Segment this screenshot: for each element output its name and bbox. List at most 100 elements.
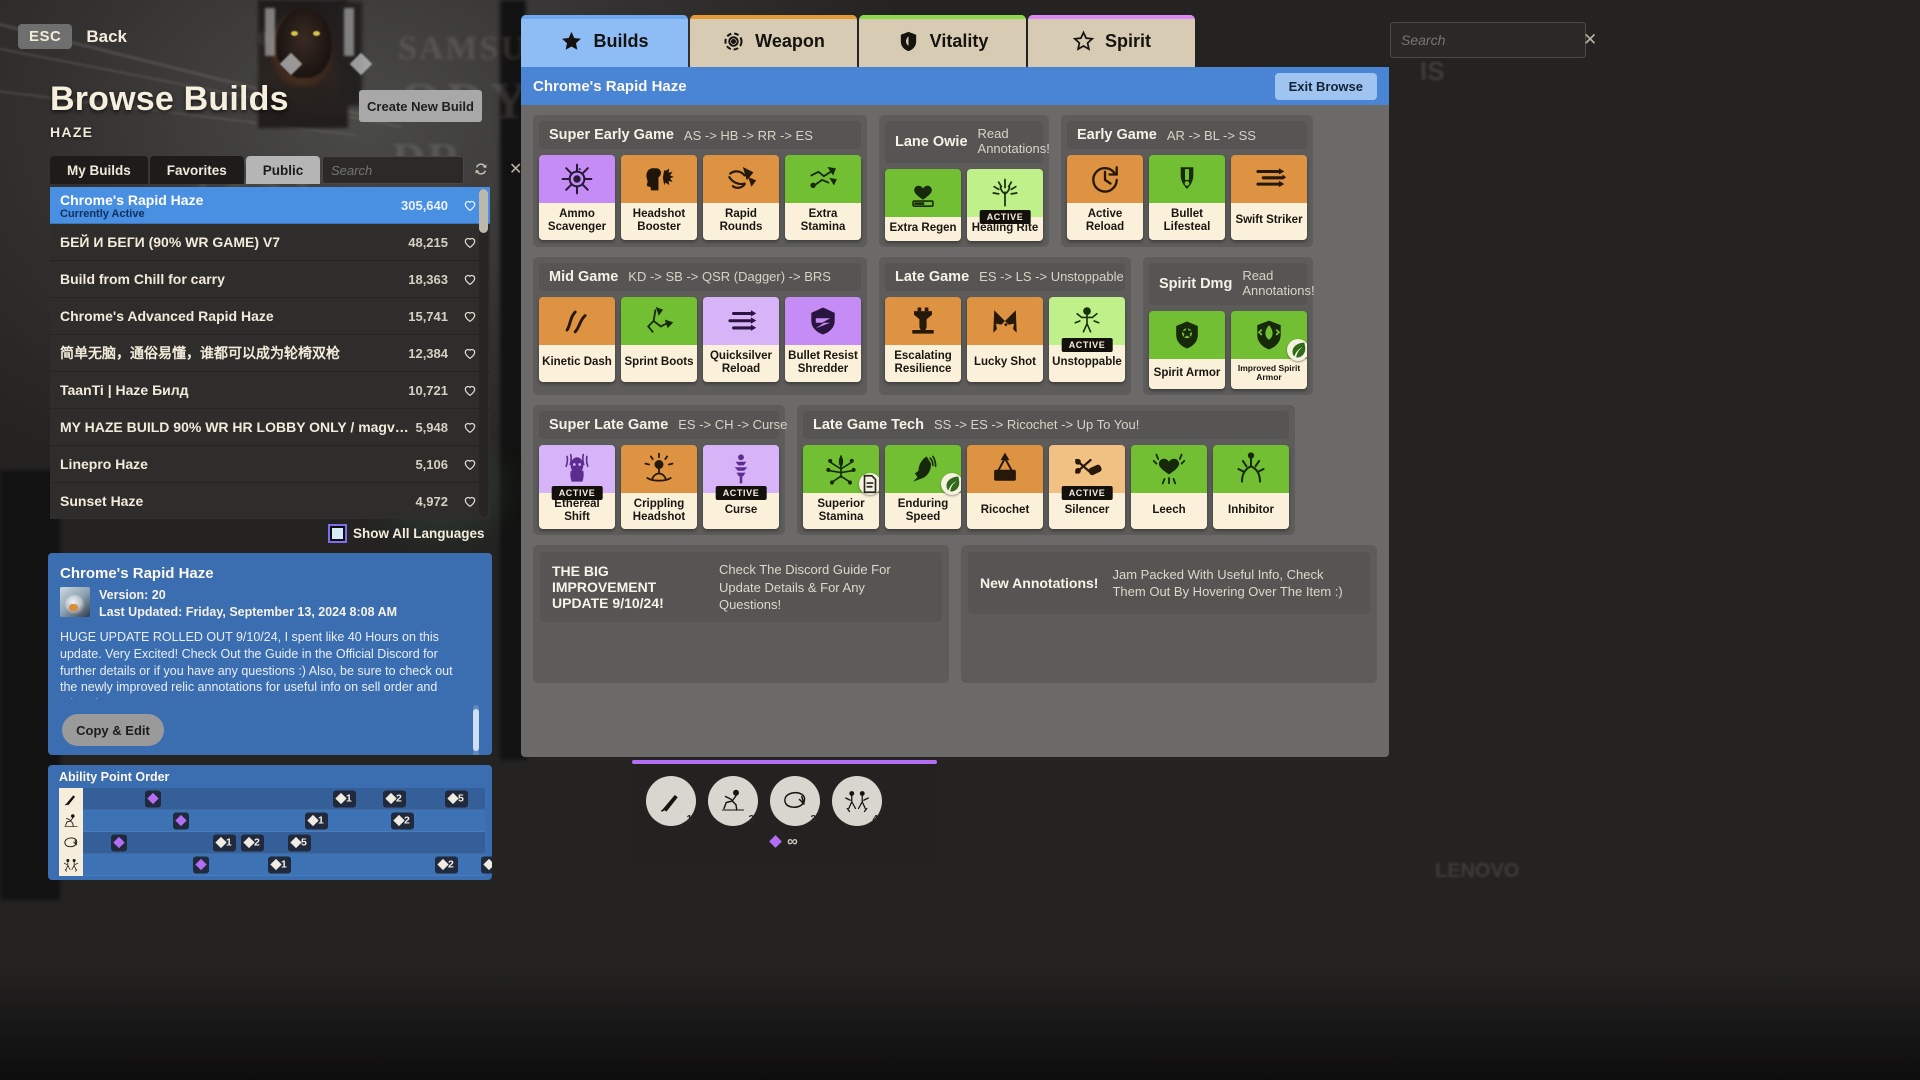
build-list-tab-public[interactable]: Public xyxy=(245,156,321,184)
ability-point-pip[interactable]: 5 xyxy=(481,856,492,873)
build-item[interactable]: ACTIVE Curse xyxy=(703,444,779,530)
heart-icon[interactable] xyxy=(462,456,478,472)
ability-point-pip[interactable]: 2 xyxy=(391,812,414,829)
ricochet-icon xyxy=(987,451,1023,487)
build-name: БЕЙ И БЕГИ (90% WR GAME) V7 xyxy=(60,234,281,250)
ability-slot-3[interactable]: 3 xyxy=(770,776,820,826)
show-all-languages-toggle[interactable]: Show All Languages xyxy=(330,526,485,541)
back-control[interactable]: ESC Back xyxy=(18,24,127,49)
description-scrollbar[interactable] xyxy=(473,705,479,755)
refresh-icon[interactable] xyxy=(472,160,490,178)
build-list-item[interactable]: Build from Chill for carry 18,363 xyxy=(50,261,490,298)
build-item[interactable]: Rapid Rounds xyxy=(703,155,779,240)
heart-icon[interactable] xyxy=(462,197,478,213)
clear-item-search-icon[interactable]: ✕ xyxy=(1583,30,1597,50)
tab-spirit[interactable]: Spirit xyxy=(1028,15,1195,67)
build-item[interactable]: ACTIVE Ethereal Shift xyxy=(539,444,615,530)
build-item[interactable]: Escalating Resilience xyxy=(885,296,961,382)
exit-browse-button[interactable]: Exit Browse xyxy=(1274,72,1377,100)
build-item[interactable]: Extra Regen xyxy=(885,168,961,241)
heart-icon[interactable] xyxy=(462,308,478,324)
ability-slot-1[interactable]: 1 xyxy=(646,776,696,826)
annotation-icon[interactable] xyxy=(859,472,879,495)
build-item[interactable]: Kinetic Dash xyxy=(539,296,615,382)
build-list-tab-favorites[interactable]: Favorites xyxy=(149,156,244,184)
build-item[interactable]: Inhibitor xyxy=(1213,444,1289,530)
heart-icon[interactable] xyxy=(462,234,478,250)
build-item[interactable]: Bullet Resist Shredder xyxy=(785,296,861,382)
build-item[interactable]: Enduring Speed xyxy=(885,444,961,530)
checkbox-icon[interactable] xyxy=(330,526,345,541)
ability-point-pip[interactable]: 2 xyxy=(435,856,458,873)
create-new-build-button[interactable]: Create New Build xyxy=(359,90,482,122)
item-art xyxy=(785,296,861,345)
scrollbar-thumb[interactable] xyxy=(479,189,488,233)
ability-point-pip[interactable] xyxy=(145,790,161,807)
build-list[interactable]: Chrome's Rapid Haze Currently Active 305,6… xyxy=(50,187,490,519)
build-list-item[interactable]: Linepro Haze 5,106 xyxy=(50,446,490,483)
build-list-item[interactable]: БЕЙ И БЕГИ (90% WR GAME) V7 48,215 xyxy=(50,224,490,261)
heart-icon[interactable] xyxy=(462,345,478,361)
heart-icon[interactable] xyxy=(462,382,478,398)
item-art xyxy=(967,444,1043,493)
heart-icon[interactable] xyxy=(462,493,478,509)
ability-point-pip[interactable]: 1 xyxy=(268,856,291,873)
ability-point-pip[interactable]: 1 xyxy=(333,790,356,807)
build-item[interactable]: Swift Striker xyxy=(1231,155,1307,240)
ability-point-pip[interactable] xyxy=(111,834,127,851)
build-item[interactable]: ACTIVE Unstoppable xyxy=(1049,296,1125,382)
build-name: Build from Chill for carry xyxy=(60,271,225,287)
item-search[interactable]: ✕ xyxy=(1390,22,1597,58)
build-list-item[interactable]: TaanTi | Haze Билд 10,721 xyxy=(50,372,490,409)
build-list-item[interactable]: MY HAZE BUILD 90% WR HR LOBBY ONLY / mag… xyxy=(50,409,490,446)
build-item[interactable]: Ricochet xyxy=(967,444,1043,530)
build-item[interactable]: Bullet Lifesteal xyxy=(1149,155,1225,240)
build-item[interactable]: Leech xyxy=(1131,444,1207,530)
item-group-note: KD -> SB -> QSR (Dagger) -> BRS xyxy=(628,269,831,285)
heart-icon[interactable] xyxy=(462,271,478,287)
build-item[interactable]: ACTIVE Healing Rite xyxy=(967,168,1043,241)
build-item[interactable]: ACTIVE Silencer xyxy=(1049,444,1125,530)
ability-slot-2[interactable]: 2 xyxy=(708,776,758,826)
tab-vitality[interactable]: Vitality xyxy=(859,15,1026,67)
build-item[interactable]: Improved Spirit Armor xyxy=(1231,310,1307,389)
tab-accent-stripe xyxy=(1028,15,1195,19)
annotation-icon[interactable] xyxy=(941,472,961,495)
build-item[interactable]: Active Reload xyxy=(1067,155,1143,240)
build-list-search[interactable]: ✕ xyxy=(322,156,522,184)
ability-point-pip[interactable]: 5 xyxy=(445,790,468,807)
heart-icon[interactable] xyxy=(462,419,478,435)
ability-point-pip[interactable]: 2 xyxy=(241,834,264,851)
diamond-icon xyxy=(290,836,302,849)
build-item[interactable]: Quicksilver Reload xyxy=(703,296,779,382)
build-list-item[interactable]: Chrome's Rapid Haze Currently Active 305,6… xyxy=(50,187,490,224)
ability-point-pip[interactable]: 1 xyxy=(305,812,328,829)
tab-weapon[interactable]: Weapon xyxy=(690,15,857,67)
ability-point-pip[interactable]: 1 xyxy=(213,834,236,851)
tab-builds[interactable]: Builds xyxy=(521,15,688,67)
build-list-item[interactable]: 简单无脑，通俗易懂，谁都可以成为轮椅双枪 12,384 xyxy=(50,335,490,372)
item-search-input[interactable] xyxy=(1401,32,1583,48)
annotation-icon[interactable] xyxy=(1287,338,1307,361)
build-item[interactable]: Spirit Armor xyxy=(1149,310,1225,389)
pip-cost-label: 2 xyxy=(396,792,402,805)
tab-label: Vitality xyxy=(929,30,989,51)
build-item[interactable]: Crippling Headshot xyxy=(621,444,697,530)
build-item[interactable]: Superior Stamina xyxy=(803,444,879,530)
ability-point-pip[interactable]: 5 xyxy=(288,834,311,851)
copy-and-edit-button[interactable]: Copy & Edit xyxy=(62,714,164,746)
build-item[interactable]: Lucky Shot xyxy=(967,296,1043,382)
build-item[interactable]: Headshot Booster xyxy=(621,155,697,240)
build-item[interactable]: Sprint Boots xyxy=(621,296,697,382)
build-list-scrollbar[interactable] xyxy=(479,189,488,517)
build-list-item[interactable]: Sunset Haze 4,972 xyxy=(50,483,490,519)
build-list-tab-my-builds[interactable]: My Builds xyxy=(50,156,148,184)
build-item[interactable]: Ammo Scavenger xyxy=(539,155,615,240)
ability-point-pip[interactable] xyxy=(173,812,189,829)
ability-point-pip[interactable]: 2 xyxy=(383,790,406,807)
ability-slot-4[interactable]: 4 xyxy=(832,776,882,826)
scrollbar-thumb[interactable] xyxy=(473,709,479,751)
ability-point-pip[interactable] xyxy=(193,856,209,873)
build-item[interactable]: Extra Stamina xyxy=(785,155,861,240)
build-list-item[interactable]: Chrome's Advanced Rapid Haze 15,741 xyxy=(50,298,490,335)
